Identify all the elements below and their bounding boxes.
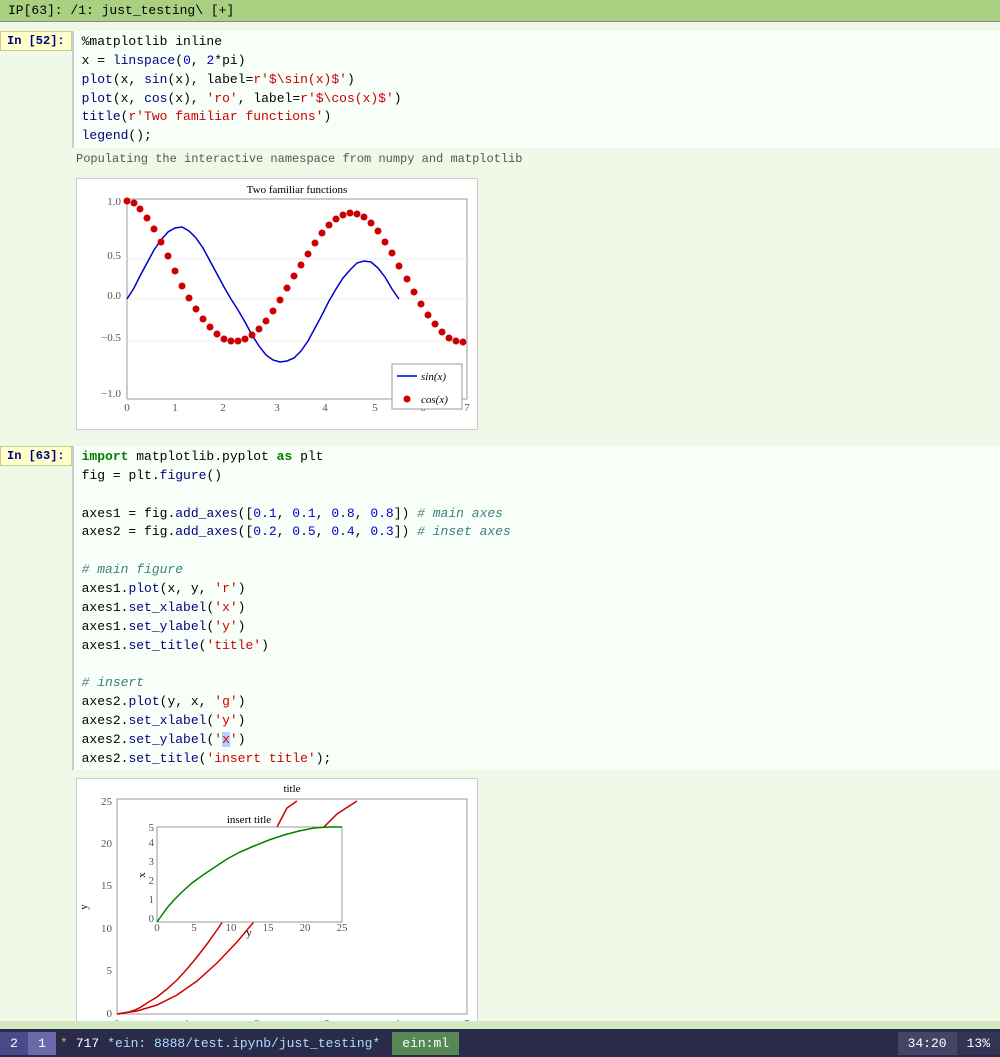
svg-text:0: 0 xyxy=(154,922,160,934)
svg-text:3: 3 xyxy=(274,402,280,414)
status-position: 34:20 xyxy=(898,1032,957,1055)
svg-text:2: 2 xyxy=(220,402,226,414)
svg-text:0: 0 xyxy=(107,1008,113,1020)
plot-2-svg: title y x 0 5 10 15 20 25 0 1 2 3 4 5 xyxy=(77,779,477,1021)
svg-text:3: 3 xyxy=(149,856,155,868)
status-nums: 2 1 xyxy=(0,1032,56,1055)
svg-text:4: 4 xyxy=(149,837,155,849)
notebook[interactable]: In [52]: %matplotlib inline x = linspace… xyxy=(0,22,1000,1021)
svg-text:4: 4 xyxy=(394,1018,400,1021)
svg-text:10: 10 xyxy=(101,923,113,935)
svg-text:5: 5 xyxy=(464,1018,470,1021)
svg-text:7: 7 xyxy=(464,402,470,414)
svg-text:20: 20 xyxy=(101,838,113,850)
svg-text:insert title: insert title xyxy=(227,814,271,826)
svg-text:2: 2 xyxy=(149,875,155,887)
svg-text:1: 1 xyxy=(172,402,178,414)
svg-text:0: 0 xyxy=(114,1018,120,1021)
svg-text:5: 5 xyxy=(107,965,113,977)
cell-1-input[interactable]: %matplotlib inline x = linspace(0, 2*pi)… xyxy=(72,31,1000,148)
svg-text:10: 10 xyxy=(226,922,238,934)
svg-text:−0.5: −0.5 xyxy=(101,332,121,344)
svg-text:1.0: 1.0 xyxy=(107,196,121,208)
svg-text:25: 25 xyxy=(337,922,349,934)
svg-text:0.0: 0.0 xyxy=(107,290,121,302)
status-filename: *ein: 8888/test.ipynb/just_testing* xyxy=(103,1036,384,1051)
cell-1-prompt-row: In [52]: %matplotlib inline x = linspace… xyxy=(0,31,1000,148)
svg-text:3: 3 xyxy=(324,1018,330,1021)
status-mode: ein:ml xyxy=(392,1032,459,1055)
cell-1-code: %matplotlib inline x = linspace(0, 2*pi)… xyxy=(82,33,992,146)
svg-text:15: 15 xyxy=(263,922,275,934)
svg-text:25: 25 xyxy=(101,796,113,808)
cell-1: In [52]: %matplotlib inline x = linspace… xyxy=(0,31,1000,442)
svg-text:0.5: 0.5 xyxy=(107,250,121,262)
svg-text:1: 1 xyxy=(149,894,155,906)
cell-2-prompt: In [63]: xyxy=(0,446,72,466)
plot-1-container: Two familiar functions 1.0 0.5 0.0 −0.5 … xyxy=(76,178,478,430)
svg-text:15: 15 xyxy=(101,880,113,892)
plot-2-container: title y x 0 5 10 15 20 25 0 1 2 3 4 5 xyxy=(76,778,478,1021)
status-right: 34:20 13% xyxy=(898,1032,1000,1055)
svg-text:title: title xyxy=(283,783,300,795)
svg-text:1: 1 xyxy=(184,1018,190,1021)
svg-text:−1.0: −1.0 xyxy=(101,388,121,400)
cell-2-input[interactable]: import matplotlib.pyplot as plt fig = pl… xyxy=(72,446,1000,770)
cell-2-code: import matplotlib.pyplot as plt fig = pl… xyxy=(82,448,992,768)
svg-text:2: 2 xyxy=(254,1018,260,1021)
cell-1-output-text: Populating the interactive namespace fro… xyxy=(76,152,522,166)
title-text: IP[63]: /1: just_testing\ [+] xyxy=(8,3,234,18)
svg-text:sin(x): sin(x) xyxy=(421,371,446,383)
svg-text:5: 5 xyxy=(149,822,155,834)
svg-text:x: x xyxy=(136,872,148,878)
status-asterisk: * xyxy=(56,1036,72,1051)
status-linecount: 717 xyxy=(72,1036,103,1051)
svg-text:y: y xyxy=(78,904,90,910)
svg-text:5: 5 xyxy=(191,922,197,934)
status-bar: 2 1 * 717 *ein: 8888/test.ipynb/just_tes… xyxy=(0,1029,1000,1057)
svg-text:cos(x): cos(x) xyxy=(421,394,448,406)
svg-text:20: 20 xyxy=(300,922,312,934)
title-bar: IP[63]: /1: just_testing\ [+] xyxy=(0,0,1000,22)
status-num-2: 2 xyxy=(0,1032,28,1055)
svg-text:Two familiar functions: Two familiar functions xyxy=(247,184,348,196)
plot-1-svg: Two familiar functions 1.0 0.5 0.0 −0.5 … xyxy=(77,179,477,429)
cell-1-prompt: In [52]: xyxy=(0,31,72,51)
svg-text:5: 5 xyxy=(372,402,378,414)
svg-text:y: y xyxy=(246,927,252,939)
svg-text:0: 0 xyxy=(124,402,130,414)
svg-text:4: 4 xyxy=(322,402,328,414)
status-num-1: 1 xyxy=(28,1032,56,1055)
cell-2: In [63]: import matplotlib.pyplot as plt… xyxy=(0,446,1000,1021)
cell-2-prompt-row: In [63]: import matplotlib.pyplot as plt… xyxy=(0,446,1000,770)
status-percent: 13% xyxy=(957,1032,1000,1055)
cell-1-output: Populating the interactive namespace fro… xyxy=(0,148,1000,170)
